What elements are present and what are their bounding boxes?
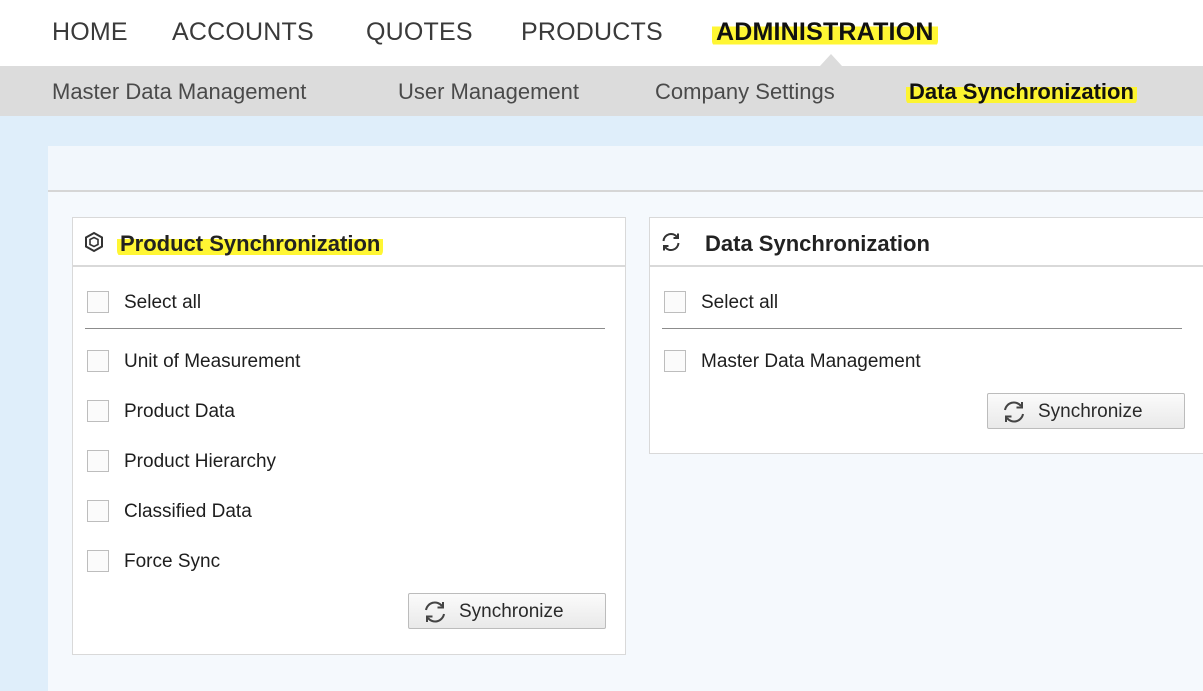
product-panel-title: Product Synchronization bbox=[117, 231, 384, 257]
content-panel: Product Synchronization Select all Unit … bbox=[48, 146, 1203, 691]
button-label: Synchronize bbox=[459, 601, 564, 622]
subnav-master-data-management[interactable]: Master Data Management bbox=[52, 79, 306, 105]
data-panel-title: Data Synchronization bbox=[705, 231, 930, 256]
nav-quotes[interactable]: QUOTES bbox=[366, 18, 473, 47]
cube-icon bbox=[85, 231, 103, 253]
checkbox[interactable] bbox=[664, 291, 686, 313]
checkbox[interactable] bbox=[664, 350, 686, 372]
checkbox[interactable] bbox=[87, 450, 109, 472]
content-area: Product Synchronization Select all Unit … bbox=[0, 116, 1203, 691]
sync-icon bbox=[425, 601, 445, 623]
option-label: Product Hierarchy bbox=[124, 451, 277, 472]
checkbox[interactable] bbox=[87, 350, 109, 372]
divider bbox=[85, 328, 605, 329]
product-synchronization-panel: Product Synchronization Select all Unit … bbox=[72, 217, 626, 655]
option-label: Unit of Measurement bbox=[124, 351, 301, 372]
content-header-band bbox=[48, 146, 1203, 192]
divider bbox=[662, 328, 1182, 329]
sub-navigation: Master Data Management User Management C… bbox=[0, 66, 1203, 116]
subnav-user-management[interactable]: User Management bbox=[398, 79, 579, 105]
active-nav-caret bbox=[820, 54, 842, 66]
sync-icon bbox=[1004, 401, 1024, 423]
option-label: Master Data Management bbox=[701, 351, 921, 372]
checkbox[interactable] bbox=[87, 291, 109, 313]
checkbox[interactable] bbox=[87, 550, 109, 572]
button-label: Synchronize bbox=[1038, 401, 1143, 422]
product-panel-header: Product Synchronization bbox=[73, 218, 625, 267]
option-label: Force Sync bbox=[124, 551, 221, 572]
nav-products[interactable]: PRODUCTS bbox=[521, 18, 663, 47]
data-synchronize-button[interactable]: Synchronize bbox=[987, 393, 1185, 429]
select-all-label: Select all bbox=[124, 292, 202, 313]
nav-accounts[interactable]: ACCOUNTS bbox=[172, 18, 314, 47]
product-synchronize-button[interactable]: Synchronize bbox=[408, 593, 606, 629]
option-label: Product Data bbox=[124, 401, 235, 422]
data-panel-header: Data Synchronization bbox=[650, 218, 1203, 267]
select-all-label: Select all bbox=[701, 292, 779, 313]
checkbox[interactable] bbox=[87, 500, 109, 522]
data-synchronization-panel: Data Synchronization Select all Master D… bbox=[649, 217, 1203, 454]
subnav-company-settings[interactable]: Company Settings bbox=[655, 79, 835, 105]
top-navigation: HOME ACCOUNTS QUOTES PRODUCTS ADMINISTRA… bbox=[0, 0, 1203, 66]
nav-home[interactable]: HOME bbox=[52, 18, 128, 47]
nav-administration[interactable]: ADMINISTRATION bbox=[712, 18, 938, 47]
option-label: Classified Data bbox=[124, 501, 252, 522]
subnav-data-synchronization[interactable]: Data Synchronization bbox=[906, 79, 1137, 105]
checkbox[interactable] bbox=[87, 400, 109, 422]
sync-icon bbox=[662, 233, 680, 251]
